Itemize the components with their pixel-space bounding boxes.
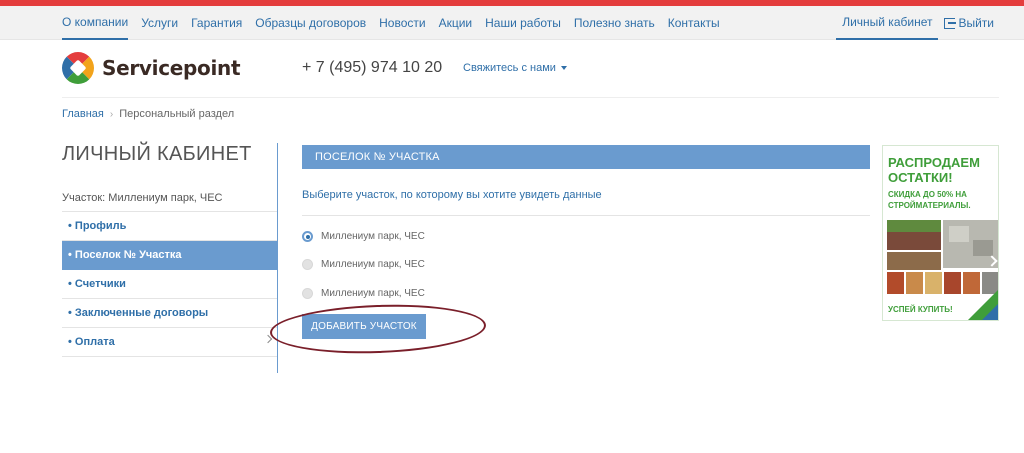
nav-item-warranty[interactable]: Гарантия xyxy=(191,6,242,40)
radio-checked-icon[interactable] xyxy=(302,231,313,242)
nav-menu: О компании Услуги Гарантия Образцы догов… xyxy=(62,6,733,40)
nav-item-contract-samples[interactable]: Образцы договоров xyxy=(255,6,366,40)
plot-option-label: Миллениум парк, ЧЕС xyxy=(321,231,425,242)
contact-us-label: Свяжитесь с нами xyxy=(463,62,556,74)
nav-item-contacts[interactable]: Контакты xyxy=(668,6,720,40)
sidebar-item-label: • Поселок № Участка xyxy=(68,249,182,261)
promo-subtitle: СКИДКА ДО 50% НА СТРОЙМАТЕРИАЛЫ. xyxy=(888,190,971,210)
sidebar-item-profile[interactable]: • Профиль xyxy=(62,212,277,241)
chevron-down-icon xyxy=(560,66,567,70)
nav-item-promotions[interactable]: Акции xyxy=(439,6,473,40)
plot-option-label: Миллениум парк, ЧЕС xyxy=(321,288,425,299)
plot-option-3[interactable]: Миллениум парк, ЧЕС xyxy=(302,288,425,299)
page-title: ЛИЧНЫЙ КАБИНЕТ xyxy=(62,143,252,165)
promo-banner[interactable]: РАСПРОДАЕМ ОСТАТКИ! СКИДКА ДО 50% НА СТР… xyxy=(882,145,999,321)
breadcrumb-separator-icon: › xyxy=(109,108,114,120)
nav-item-about[interactable]: О компании xyxy=(62,6,129,40)
sidebar-item-label: • Заключенные договоры xyxy=(68,307,209,319)
breadcrumb-current: Персональный раздел xyxy=(119,108,235,120)
select-plot-hint: Выберите участок, по которому вы хотите … xyxy=(302,189,870,216)
plot-option-label: Миллениум парк, ЧЕС xyxy=(321,259,425,270)
annotation-highlight-ring xyxy=(269,301,487,357)
sidebar-item-label: • Профиль xyxy=(68,220,127,232)
logout-icon xyxy=(944,17,957,29)
contact-us-dropdown[interactable]: Свяжитесь с нами xyxy=(463,62,567,74)
brand-name: Servicepoint xyxy=(102,56,241,80)
nav-item-news[interactable]: Новости xyxy=(379,6,425,40)
phone-number: + 7 (495) 974 10 20 xyxy=(302,59,443,76)
corner-decoration-icon xyxy=(982,304,998,320)
plot-option-1[interactable]: Миллениум парк, ЧЕС xyxy=(302,231,425,242)
sidebar: ЛИЧНЫЙ КАБИНЕТ Участок: Миллениум парк, … xyxy=(62,143,277,357)
main-content: ПОСЕЛОК № УЧАСТКА Выберите участок, по к… xyxy=(302,145,870,216)
nav-item-portfolio[interactable]: Наши работы xyxy=(485,6,561,40)
radio-unchecked-icon[interactable] xyxy=(302,259,313,270)
sidebar-item-payment[interactable]: • Оплата xyxy=(62,328,277,357)
sidebar-item-contracts[interactable]: • Заключенные договоры xyxy=(62,299,277,328)
sidebar-menu: • Профиль • Поселок № Участка • Счетчики… xyxy=(62,212,277,357)
personal-cabinet-link[interactable]: Личный кабинет xyxy=(836,6,939,40)
building-materials-image xyxy=(887,220,998,296)
section-header: ПОСЕЛОК № УЧАСТКА xyxy=(302,145,870,169)
top-navigation: О компании Услуги Гарантия Образцы догов… xyxy=(0,6,1024,40)
account-links: Личный кабинет Выйти xyxy=(836,6,994,40)
nav-item-services[interactable]: Услуги xyxy=(141,6,178,40)
sidebar-item-label: • Оплата xyxy=(68,336,115,348)
logo-mark-icon xyxy=(55,45,101,91)
promo-title: РАСПРОДАЕМ ОСТАТКИ! xyxy=(888,155,980,185)
logout-label: Выйти xyxy=(958,16,994,30)
brand-logo[interactable]: Servicepoint xyxy=(55,45,241,91)
site-header: Servicepoint + 7 (495) 974 10 20 Свяжите… xyxy=(55,40,999,98)
radio-unchecked-icon[interactable] xyxy=(302,288,313,299)
sidebar-item-label: • Счетчики xyxy=(68,278,126,290)
sidebar-item-meters[interactable]: • Счетчики xyxy=(62,270,277,299)
nav-item-useful[interactable]: Полезно знать xyxy=(574,6,655,40)
logout-link[interactable]: Выйти xyxy=(944,16,994,30)
sidebar-item-plot-number[interactable]: • Поселок № Участка xyxy=(62,241,277,270)
breadcrumb: Главная › Персональный раздел xyxy=(62,108,234,120)
current-plot-label: Участок: Миллениум парк, ЧЕС xyxy=(62,184,277,212)
breadcrumb-home[interactable]: Главная xyxy=(62,108,104,120)
plot-option-2[interactable]: Миллениум парк, ЧЕС xyxy=(302,259,425,270)
promo-cta: УСПЕЙ КУПИТЬ! xyxy=(888,305,953,314)
